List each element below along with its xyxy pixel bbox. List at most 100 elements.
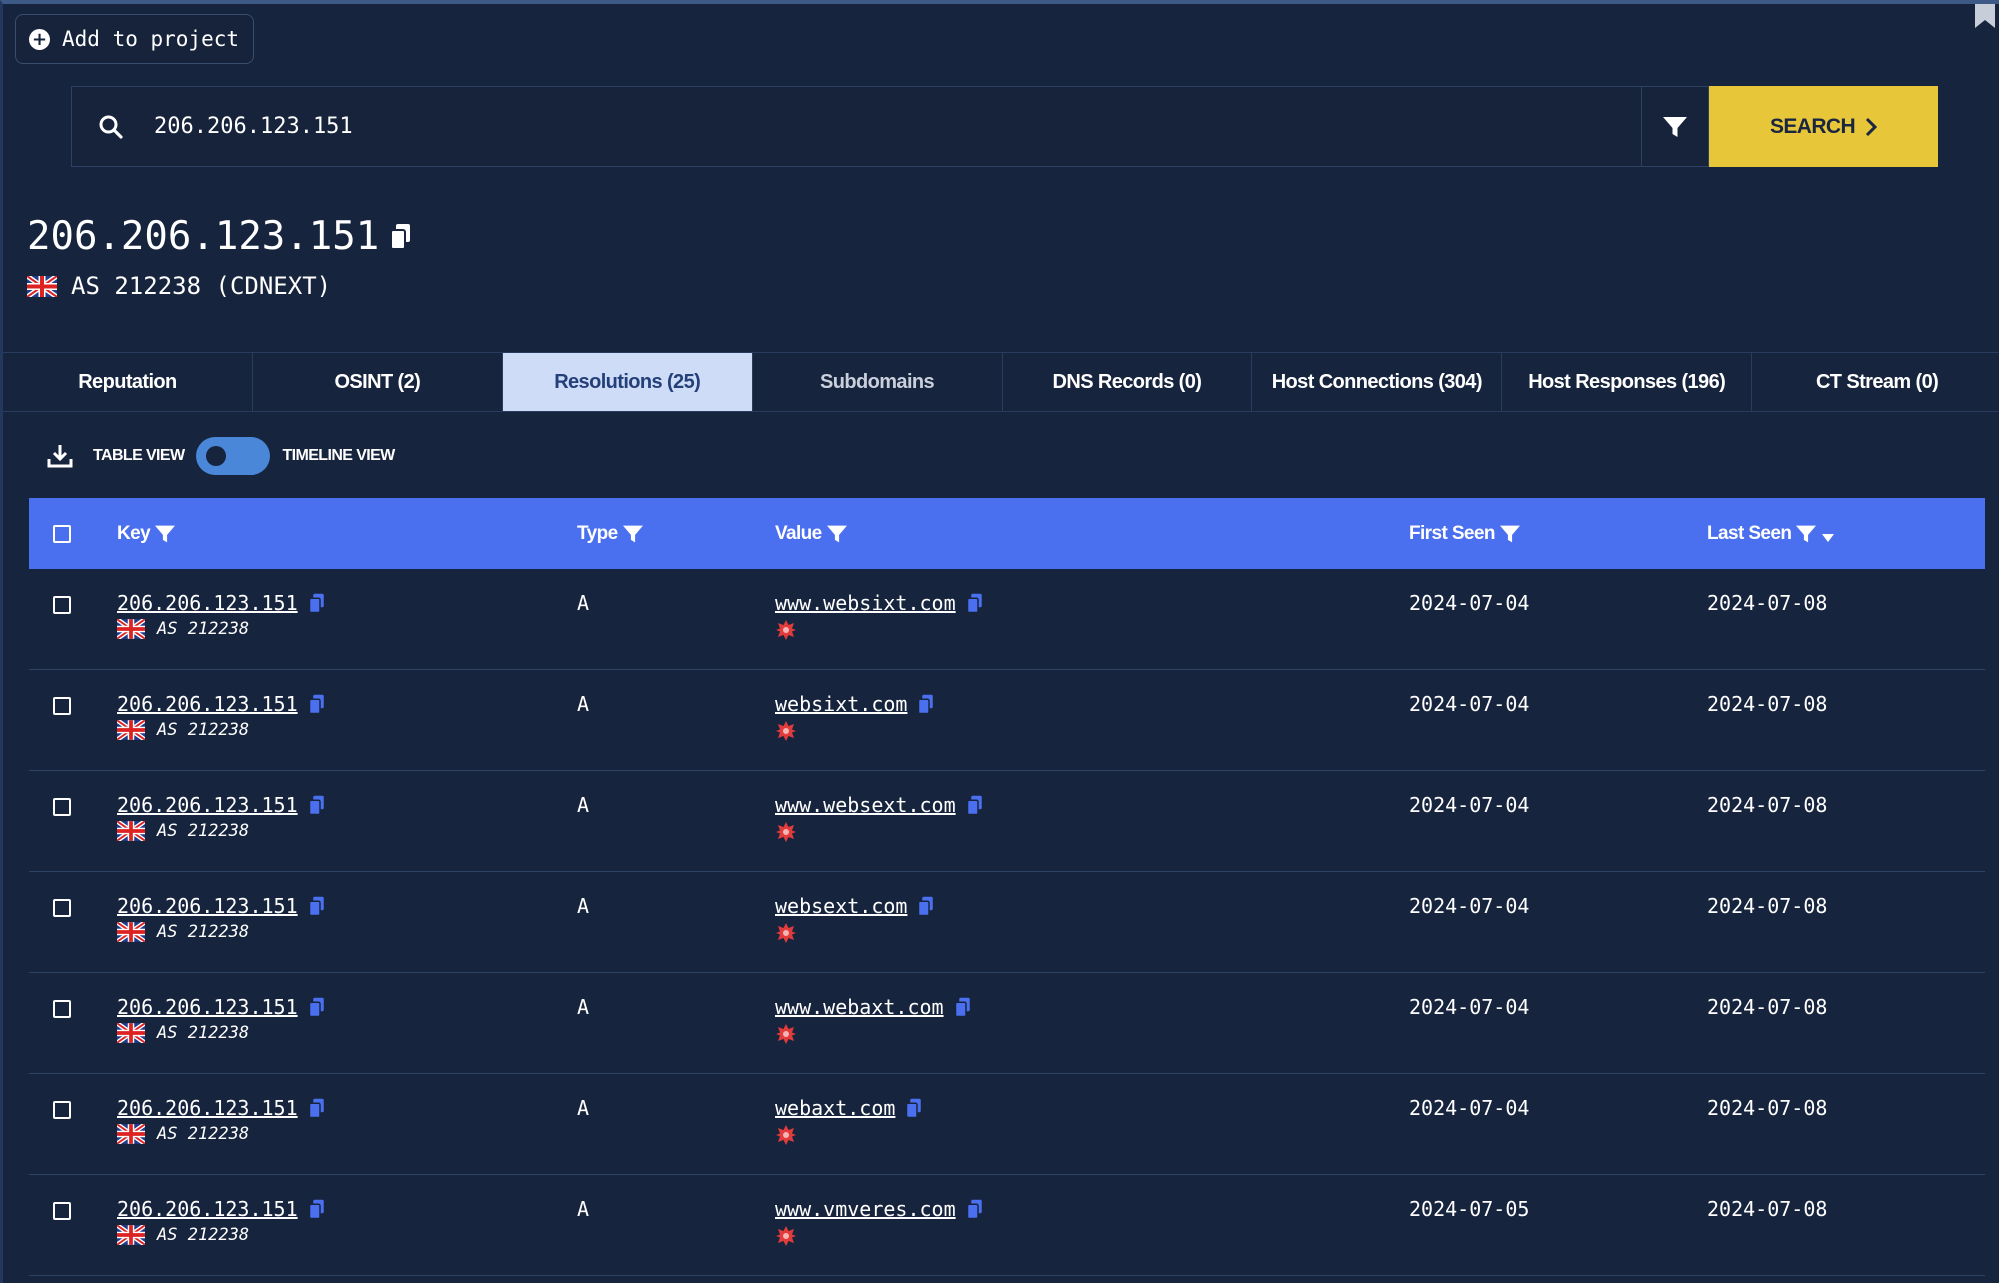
copy-icon[interactable]	[389, 223, 413, 251]
filter-icon[interactable]	[622, 524, 644, 544]
select-all-checkbox[interactable]	[53, 524, 71, 543]
asn-text: AS 212238	[157, 821, 250, 841]
tab-ct-stream[interactable]: CT Stream (0)	[1752, 353, 1999, 411]
row-checkbox[interactable]	[53, 1000, 71, 1018]
row-checkbox-cell	[53, 1101, 71, 1123]
row-checkbox[interactable]	[53, 798, 71, 816]
copy-icon[interactable]	[917, 694, 935, 715]
copy-icon[interactable]	[966, 795, 984, 816]
value-link[interactable]: websext.com	[775, 894, 907, 918]
uk-flag-icon	[117, 1023, 145, 1043]
timeline-view-label[interactable]: TIMELINE VIEW	[282, 447, 395, 465]
tab-osint[interactable]: OSINT (2)	[253, 353, 503, 411]
type-cell: A	[577, 995, 590, 1019]
add-to-project-button[interactable]: + Add to project	[15, 14, 255, 64]
tab-host-responses[interactable]: Host Responses (196)	[1502, 353, 1753, 411]
value-cell: www.vmveres.com	[775, 1197, 984, 1251]
key-link[interactable]: 206.206.123.151	[117, 591, 298, 615]
value-link[interactable]: webaxt.com	[775, 1096, 895, 1120]
row-checkbox[interactable]	[53, 1202, 71, 1220]
filter-icon[interactable]	[1499, 524, 1521, 544]
tab-bar: Reputation OSINT (2) Resolutions (25) Su…	[3, 352, 1999, 412]
table-view-label[interactable]: TABLE VIEW	[93, 447, 185, 465]
key-cell: 206.206.123.151 AS 212238	[117, 1197, 326, 1245]
download-icon[interactable]	[47, 443, 73, 469]
row-checkbox-cell	[53, 1000, 71, 1022]
first-seen-cell: 2024-07-04	[1409, 793, 1530, 817]
copy-icon[interactable]	[905, 1098, 923, 1119]
copy-icon[interactable]	[954, 997, 972, 1018]
value-link[interactable]: www.websext.com	[775, 793, 956, 817]
table-row: 206.206.123.151 AS 212238 A w	[29, 569, 1985, 670]
table-row: 206.206.123.151 AS 212238 A w	[29, 973, 1985, 1074]
asn-text: AS 212238	[157, 1023, 250, 1043]
column-last-seen-label: Last Seen	[1707, 522, 1792, 544]
select-all-cell	[53, 498, 71, 569]
row-checkbox-cell	[53, 596, 71, 618]
key-link[interactable]: 206.206.123.151	[117, 894, 298, 918]
value-cell: websext.com	[775, 894, 935, 948]
last-seen-cell: 2024-07-08	[1707, 995, 1828, 1019]
copy-icon[interactable]	[308, 997, 326, 1018]
filter-icon[interactable]	[826, 524, 848, 544]
key-link[interactable]: 206.206.123.151	[117, 1096, 298, 1120]
type-cell: A	[577, 591, 590, 615]
tab-subdomains[interactable]: Subdomains	[753, 353, 1003, 411]
value-link[interactable]: www.vmveres.com	[775, 1197, 956, 1221]
copy-icon[interactable]	[308, 896, 326, 917]
key-cell: 206.206.123.151 AS 212238	[117, 793, 326, 841]
value-link[interactable]: websixt.com	[775, 692, 907, 716]
filter-icon[interactable]	[1795, 524, 1817, 544]
copy-icon[interactable]	[917, 896, 935, 917]
first-seen-cell: 2024-07-04	[1409, 995, 1530, 1019]
copy-icon[interactable]	[308, 1199, 326, 1220]
first-seen-cell: 2024-07-04	[1409, 1096, 1530, 1120]
view-toggle-bar: TABLE VIEW TIMELINE VIEW	[47, 436, 395, 476]
copy-icon[interactable]	[308, 593, 326, 614]
search-filter-button[interactable]	[1641, 86, 1709, 167]
first-seen-cell: 2024-07-04	[1409, 692, 1530, 716]
filter-icon[interactable]	[154, 524, 176, 544]
value-cell: webaxt.com	[775, 1096, 923, 1150]
last-seen-cell: 2024-07-08	[1707, 1096, 1828, 1120]
copy-icon[interactable]	[966, 1199, 984, 1220]
search-icon	[72, 114, 150, 140]
last-seen-cell: 2024-07-08	[1707, 793, 1828, 817]
value-cell: websixt.com	[775, 692, 935, 746]
copy-icon[interactable]	[966, 593, 984, 614]
key-link[interactable]: 206.206.123.151	[117, 692, 298, 716]
row-checkbox[interactable]	[53, 1101, 71, 1119]
value-link[interactable]: www.websixt.com	[775, 591, 956, 615]
search-input[interactable]	[150, 87, 1641, 166]
tab-reputation[interactable]: Reputation	[3, 353, 253, 411]
tab-resolutions[interactable]: Resolutions (25)	[502, 353, 753, 411]
tab-dns-records[interactable]: DNS Records (0)	[1003, 353, 1253, 411]
search-button[interactable]: SEARCH	[1709, 86, 1938, 167]
table-body: 206.206.123.151 AS 212238 A www.websixt.…	[29, 569, 1985, 1276]
tab-host-connections[interactable]: Host Connections (304)	[1252, 353, 1503, 411]
view-toggle[interactable]	[196, 437, 271, 475]
value-cell: www.websixt.com	[775, 591, 984, 645]
asn-text: AS 212238	[157, 1124, 250, 1144]
value-link[interactable]: www.webaxt.com	[775, 995, 944, 1019]
key-link[interactable]: 206.206.123.151	[117, 793, 298, 817]
copy-icon[interactable]	[308, 795, 326, 816]
row-checkbox[interactable]	[53, 697, 71, 715]
sort-desc-icon[interactable]	[1821, 533, 1835, 543]
uk-flag-icon	[117, 922, 145, 942]
asn-text: AS 212238	[157, 720, 250, 740]
bookmark-icon[interactable]	[1971, 4, 1999, 30]
key-link[interactable]: 206.206.123.151	[117, 1197, 298, 1221]
table-row: 206.206.123.151 AS 212238 A w	[29, 1175, 1985, 1276]
column-key-label: Key	[117, 522, 151, 544]
page-title: 206.206.123.151	[27, 214, 413, 259]
row-checkbox[interactable]	[53, 899, 71, 917]
key-cell: 206.206.123.151 AS 212238	[117, 1096, 326, 1144]
copy-icon[interactable]	[308, 694, 326, 715]
table-row: 206.206.123.151 AS 212238 A w	[29, 771, 1985, 872]
key-link[interactable]: 206.206.123.151	[117, 995, 298, 1019]
asn-text: AS 212238	[157, 922, 250, 942]
column-value-label: Value	[775, 522, 822, 544]
copy-icon[interactable]	[308, 1098, 326, 1119]
row-checkbox[interactable]	[53, 596, 71, 614]
